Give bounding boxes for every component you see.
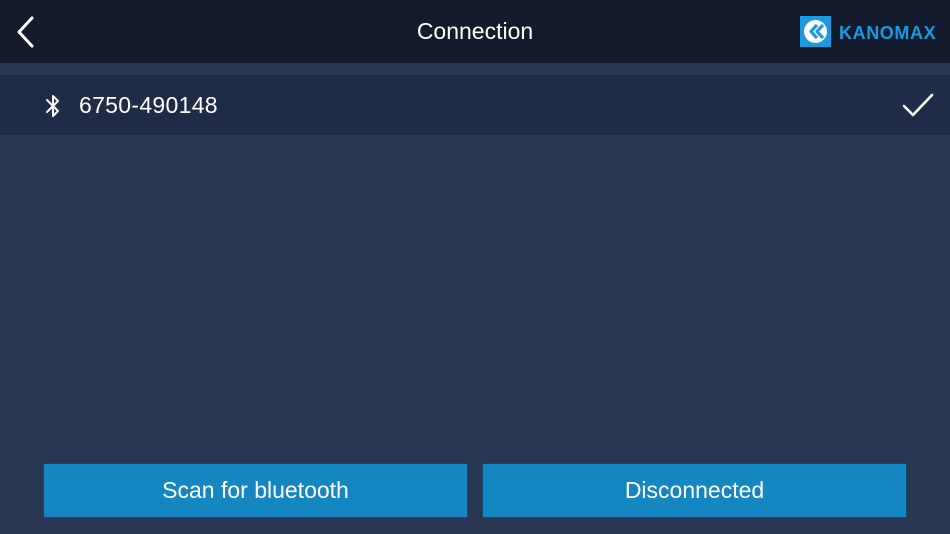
- device-list-item[interactable]: 6750-490148: [0, 75, 950, 135]
- bluetooth-icon: [46, 95, 59, 117]
- logo-text: KANOMAX: [839, 23, 936, 43]
- back-button[interactable]: [10, 12, 46, 52]
- connection-status-button[interactable]: Disconnected: [482, 463, 907, 518]
- scan-bluetooth-button[interactable]: Scan for bluetooth: [43, 463, 468, 518]
- kanomax-logo: KANOMAX: [800, 16, 936, 47]
- checkmark-icon: [902, 93, 934, 117]
- device-name: 6750-490148: [79, 92, 218, 118]
- header-bar: Connection KANOMAX: [0, 0, 950, 63]
- connection-screen: Connection KANOMAX 6750-490148 Scan for …: [0, 0, 950, 534]
- chevron-left-icon: [17, 16, 34, 48]
